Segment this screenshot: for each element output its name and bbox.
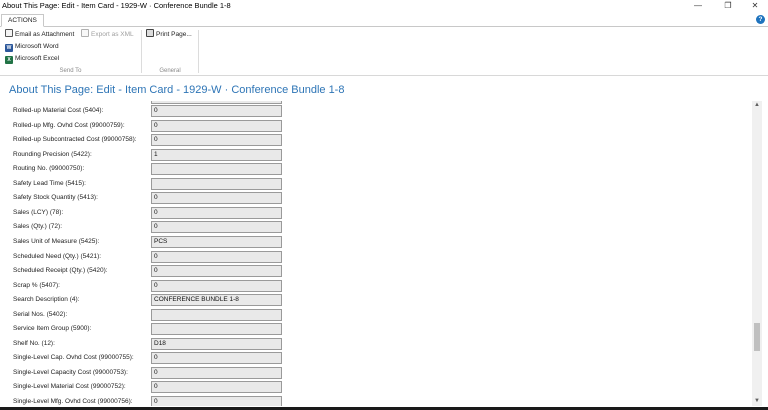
field-label: Scheduled Need (Qty.) (5421):	[13, 252, 102, 260]
scroll-down-icon[interactable]: ▼	[752, 397, 762, 406]
field-value[interactable]: 0	[151, 366, 282, 379]
microsoft-excel-label: Microsoft Excel	[15, 55, 60, 62]
field-row: Scrap % (5407): 0	[0, 279, 300, 295]
email-as-attachment-button[interactable]: Email as Attachment	[5, 29, 74, 40]
field-label: Serial Nos. (5402):	[13, 310, 68, 318]
print-page-button[interactable]: Print Page...	[146, 29, 192, 40]
excel-icon: X	[5, 56, 13, 64]
window-title: About This Page: Edit - Item Card - 1929…	[2, 1, 231, 10]
field-row: Safety Lead Time (5415):	[0, 177, 300, 193]
microsoft-word-button[interactable]: W Microsoft Word	[5, 41, 59, 52]
field-value[interactable]: 0	[151, 250, 282, 263]
field-row: Search Description (4): CONFERENCE BUNDLE…	[0, 294, 300, 309]
help-icon[interactable]: ?	[756, 15, 765, 24]
field-row: Shelf No. (12): D18	[0, 337, 300, 353]
field-row: Service Item Group (5900):	[0, 323, 300, 338]
export-as-xml-label: Export as XML	[91, 31, 134, 38]
field-label: Search Description (4):	[13, 296, 80, 304]
field-row: Rolled-up Subcontracted Cost (99000758):…	[0, 134, 300, 149]
field-value[interactable]: 0	[151, 279, 282, 292]
field-label: Sales (LCY) (78):	[13, 208, 64, 216]
field-value[interactable]: 1	[151, 148, 282, 161]
field-label: Safety Lead Time (5415):	[13, 179, 86, 187]
field-label: Shelf No. (12):	[13, 339, 55, 347]
tab-actions[interactable]: ACTIONS	[1, 14, 44, 27]
field-value[interactable]: 0	[151, 352, 282, 365]
scroll-up-icon[interactable]: ▲	[752, 101, 762, 110]
ribbon-tab-row: ACTIONS ?	[0, 13, 768, 27]
field-label: Rolled-up Subcontracted Cost (99000758):	[13, 136, 137, 144]
field-label: Service Item Group (5900):	[13, 325, 92, 333]
vertical-scrollbar[interactable]: ▲ ▼	[752, 101, 762, 406]
field-value[interactable]: PCS	[151, 235, 282, 248]
field-value-partial	[151, 101, 282, 104]
field-label: Single-Level Capacity Cost (99000753):	[13, 368, 128, 376]
field-value[interactable]: 0	[151, 134, 282, 147]
field-row: Routing No. (99000750):	[0, 163, 300, 178]
field-row: Single-Level Capacity Cost (99000753): 0	[0, 366, 300, 382]
field-label: Rounding Precision (5422):	[13, 150, 92, 158]
print-page-label: Print Page...	[156, 31, 192, 38]
microsoft-word-label: Microsoft Word	[15, 43, 59, 50]
word-icon: W	[5, 44, 13, 52]
send-to-caption: Send To	[59, 68, 82, 74]
field-row: Safety Stock Quantity (5413): 0	[0, 192, 300, 207]
field-value[interactable]: 0	[151, 221, 282, 234]
field-list: Rolled-up Material Cost (5404): 0 Rolled-u…	[0, 101, 752, 406]
export-as-xml-button[interactable]: Export as XML	[81, 29, 134, 40]
field-row: Sales Unit of Measure (5425): PCS	[0, 235, 300, 251]
minimize-icon[interactable]: —	[688, 0, 708, 13]
email-as-attachment-label: Email as Attachment	[15, 31, 75, 38]
microsoft-excel-button[interactable]: X Microsoft Excel	[5, 53, 59, 64]
general-caption: General	[159, 68, 181, 74]
field-label: Rolled-up Material Cost (5404):	[13, 107, 104, 114]
field-value[interactable]: 0	[151, 265, 282, 278]
close-icon[interactable]: ✕	[745, 0, 765, 13]
envelope-icon	[5, 29, 13, 37]
field-row: Single-Level Material Cost (99000752): 0	[0, 381, 300, 396]
field-label: Safety Stock Quantity (5413):	[13, 194, 98, 202]
field-row: Sales (LCY) (78): 0	[0, 206, 300, 222]
field-value[interactable]: CONFERENCE BUNDLE 1-8	[151, 294, 282, 307]
field-value[interactable]	[151, 177, 282, 190]
field-label: Scrap % (5407):	[13, 281, 60, 289]
field-row: Single-Level Mfg. Ovhd Cost (99000756): 0	[0, 396, 300, 406]
ribbon: Email as Attachment Export as XML W Micro…	[0, 28, 768, 76]
field-label: Sales (Qty.) (72):	[13, 223, 63, 231]
ribbon-separator	[198, 30, 199, 73]
field-value[interactable]: 0	[151, 206, 282, 219]
field-row: Sales (Qty.) (72): 0	[0, 221, 300, 236]
field-value[interactable]	[151, 323, 282, 336]
field-label: Single-Level Cap. Ovhd Cost (99000755):	[13, 354, 134, 362]
scrollbar-thumb[interactable]	[754, 323, 760, 351]
field-row: Single-Level Cap. Ovhd Cost (99000755): 0	[0, 352, 300, 367]
ribbon-group-send-to: Email as Attachment Export as XML W Micro…	[0, 28, 141, 75]
field-value[interactable]	[151, 308, 282, 321]
field-label: Single-Level Mfg. Ovhd Cost (99000756):	[13, 398, 133, 405]
page-title: About This Page: Edit - Item Card - 1929…	[9, 84, 345, 96]
field-label: Routing No. (99000750):	[13, 165, 85, 173]
field-value[interactable]: 0	[151, 192, 282, 205]
field-row: Scheduled Need (Qty.) (5421): 0	[0, 250, 300, 266]
field-value[interactable]	[151, 163, 282, 176]
field-value[interactable]: 0	[151, 119, 282, 132]
field-value[interactable]: 0	[151, 396, 282, 406]
field-row: Rolled-up Material Cost (5404): 0	[0, 105, 300, 120]
field-label: Scheduled Receipt (Qty.) (5420):	[13, 267, 108, 275]
field-value[interactable]: D18	[151, 337, 282, 350]
xml-icon	[81, 29, 89, 37]
ribbon-group-general: Print Page... General	[142, 28, 198, 75]
field-label: Single-Level Material Cost (99000752):	[13, 383, 126, 391]
field-row: Rounding Precision (5422): 1	[0, 148, 300, 164]
restore-icon[interactable]: ❐	[718, 0, 738, 13]
field-label: Sales Unit of Measure (5425):	[13, 237, 100, 245]
field-row: Rolled-up Mfg. Ovhd Cost (99000759): 0	[0, 119, 300, 135]
field-row: Serial Nos. (5402):	[0, 308, 300, 324]
field-label: Rolled-up Mfg. Ovhd Cost (99000759):	[13, 121, 125, 129]
field-value[interactable]: 0	[151, 381, 282, 394]
field-value[interactable]: 0	[151, 105, 282, 117]
title-bar: About This Page: Edit - Item Card - 1929…	[0, 0, 768, 13]
printer-icon	[146, 29, 154, 37]
field-row: Scheduled Receipt (Qty.) (5420): 0	[0, 265, 300, 280]
